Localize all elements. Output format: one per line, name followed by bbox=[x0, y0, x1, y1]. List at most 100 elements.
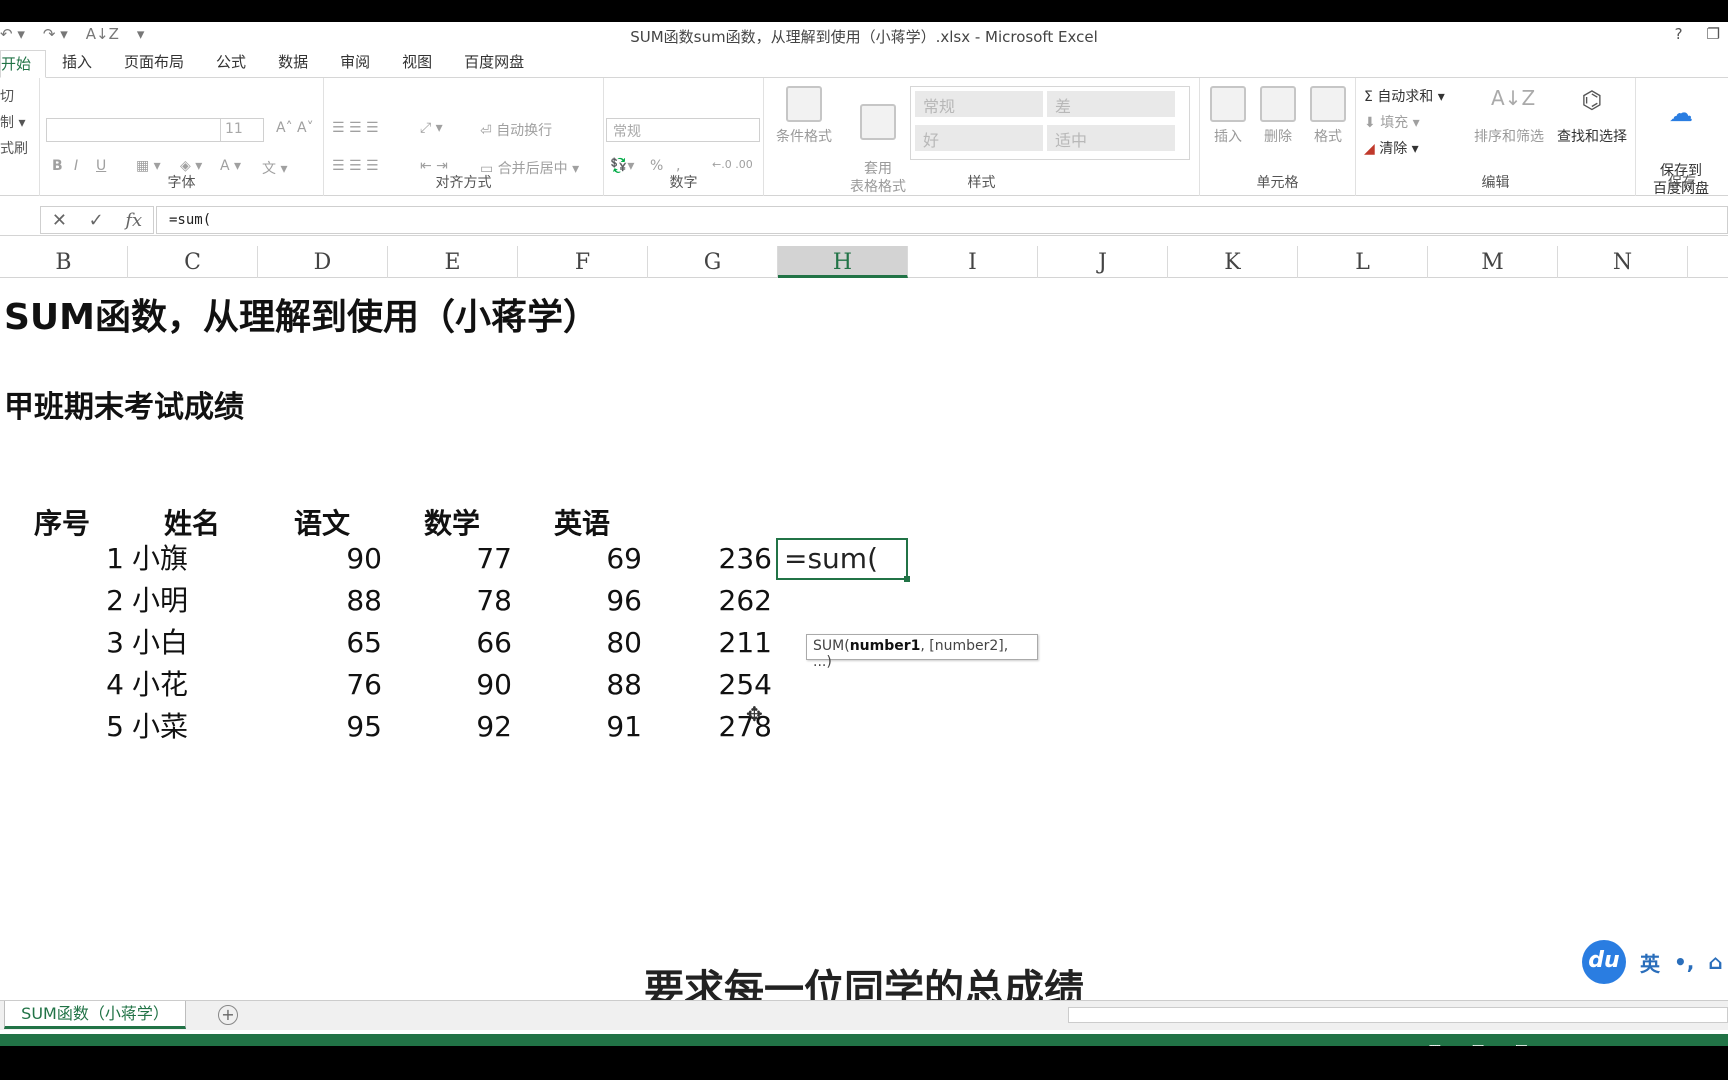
decimal-icons[interactable]: ←.0 .00 bbox=[712, 158, 753, 171]
ribbon-display-button[interactable]: ❐ bbox=[1707, 25, 1720, 43]
tab-home[interactable]: 开始 bbox=[0, 50, 47, 78]
formula-input[interactable]: =sum( bbox=[156, 206, 1728, 234]
orientation-icon[interactable]: ⤢ ▾ bbox=[420, 120, 443, 136]
cut-button[interactable]: 切 bbox=[0, 86, 14, 106]
tab-data[interactable]: 数据 bbox=[262, 49, 324, 77]
column-header-d[interactable]: D bbox=[258, 246, 388, 278]
cell-total[interactable]: 254 bbox=[662, 666, 772, 704]
cell-english[interactable]: 69 bbox=[532, 540, 642, 578]
style-bad[interactable]: 差 bbox=[1047, 91, 1175, 117]
font-name-select[interactable] bbox=[46, 118, 222, 142]
cell-number[interactable]: 2 bbox=[14, 582, 124, 620]
tab-page-layout[interactable]: 页面布局 bbox=[108, 49, 200, 77]
copy-button[interactable]: 制 ▾ bbox=[0, 112, 25, 132]
find-select-button[interactable]: ⌬ 查找和选择 bbox=[1552, 86, 1632, 146]
autosum-button[interactable]: Σ 自动求和 ▾ bbox=[1364, 86, 1445, 106]
number-format-select[interactable]: 常规 bbox=[606, 118, 760, 142]
cell-math[interactable]: 77 bbox=[402, 540, 512, 578]
editing-group: Σ 自动求和 ▾ ⬇ 填充 ▾ ◢ 清除 ▾ A↓Z 排序和筛选 ⌬ 查找和选择… bbox=[1356, 78, 1636, 196]
cell-chinese[interactable]: 76 bbox=[272, 666, 382, 704]
baidu-ime-logo[interactable]: du bbox=[1582, 940, 1626, 984]
cell-english[interactable]: 80 bbox=[532, 624, 642, 662]
sheet-tabs-bar: SUM函数（小蒋学） + bbox=[0, 1000, 1728, 1030]
save-group: ☁ 保存到 百度网盘 保存 bbox=[1636, 78, 1728, 197]
cell-number[interactable]: 5 bbox=[14, 708, 124, 746]
column-header-i[interactable]: I bbox=[908, 246, 1038, 278]
cell-math[interactable]: 66 bbox=[402, 624, 512, 662]
style-normal[interactable]: 常规 bbox=[915, 91, 1043, 117]
cell-number[interactable]: 1 bbox=[14, 540, 124, 578]
column-header-g[interactable]: G bbox=[648, 246, 778, 278]
cell-english[interactable]: 91 bbox=[532, 708, 642, 746]
sort-filter-button[interactable]: A↓Z 排序和筛选 bbox=[1468, 86, 1550, 146]
style-neutral[interactable]: 适中 bbox=[1047, 125, 1175, 151]
title-bar: ↶ ▾ ↷ ▾ A↓Z ▾ SUM函数sum函数，从理解到使用（小蒋学）.xls… bbox=[0, 22, 1728, 48]
column-header-b[interactable]: B bbox=[0, 246, 128, 278]
enter-formula-icon[interactable]: ✓ bbox=[89, 210, 104, 231]
column-header-n[interactable]: N bbox=[1558, 246, 1688, 278]
insert-cells-button[interactable]: 插入 bbox=[1206, 86, 1250, 146]
tab-view[interactable]: 视图 bbox=[386, 49, 448, 77]
format-painter-button[interactable]: 式刷 bbox=[0, 138, 28, 158]
page-layout-view-icon[interactable]: ▣ bbox=[1472, 1042, 1485, 1046]
add-sheet-button[interactable]: + bbox=[218, 1005, 238, 1025]
cell-name[interactable]: 小旗 bbox=[132, 540, 252, 578]
tab-baidu-netdisk[interactable]: 百度网盘 bbox=[448, 49, 540, 77]
vertical-align-icons[interactable]: ☰ ☰ ☰ bbox=[332, 120, 379, 136]
help-button[interactable]: ? bbox=[1675, 25, 1683, 43]
baidu-cloud-icon: ☁ bbox=[1669, 99, 1693, 127]
clear-button[interactable]: ◢ 清除 ▾ bbox=[1364, 138, 1419, 158]
column-header-e[interactable]: E bbox=[388, 246, 518, 278]
cell-total[interactable]: 262 bbox=[662, 582, 772, 620]
worksheet-grid[interactable]: SUM函数，从理解到使用（小蒋学） 甲班期末考试成绩 序号 姓名 语文 数学 英… bbox=[0, 278, 1728, 928]
cell-total[interactable]: 236 bbox=[662, 540, 772, 578]
cell-english[interactable]: 96 bbox=[532, 582, 642, 620]
tab-review[interactable]: 审阅 bbox=[324, 49, 386, 77]
column-header-l[interactable]: L bbox=[1298, 246, 1428, 278]
column-header-m[interactable]: M bbox=[1428, 246, 1558, 278]
column-header-f[interactable]: F bbox=[518, 246, 648, 278]
style-good[interactable]: 好 bbox=[915, 125, 1043, 151]
fill-button[interactable]: ⬇ 填充 ▾ bbox=[1364, 112, 1420, 132]
ime-language-toggle[interactable]: 英 bbox=[1640, 948, 1660, 977]
excel-window: ↶ ▾ ↷ ▾ A↓Z ▾ SUM函数sum函数，从理解到使用（小蒋学）.xls… bbox=[0, 22, 1728, 1046]
cell-name[interactable]: 小花 bbox=[132, 666, 252, 704]
cell-math[interactable]: 78 bbox=[402, 582, 512, 620]
font-group: 11 A˄ A˅ B I U ▦ ▾ ◈ ▾ A ▾ 文 ▾ 字体 bbox=[40, 78, 324, 196]
cancel-formula-icon[interactable]: ✕ bbox=[52, 210, 67, 231]
normal-view-icon[interactable]: ▦ bbox=[1428, 1042, 1441, 1046]
font-size-select[interactable]: 11 bbox=[220, 118, 264, 142]
cell-name[interactable]: 小明 bbox=[132, 582, 252, 620]
page-break-view-icon[interactable]: ▤ bbox=[1515, 1042, 1528, 1046]
wrap-text-button[interactable]: ⏎ 自动换行 bbox=[480, 120, 552, 140]
sheet-tab-active[interactable]: SUM函数（小蒋学） bbox=[4, 1001, 186, 1029]
cell-number[interactable]: 4 bbox=[14, 666, 124, 704]
cell-math[interactable]: 90 bbox=[402, 666, 512, 704]
grow-font-icon[interactable]: A˄ A˅ bbox=[276, 120, 314, 136]
tab-formulas[interactable]: 公式 bbox=[200, 49, 262, 77]
cell-name[interactable]: 小白 bbox=[132, 624, 252, 662]
format-cells-button[interactable]: 格式 bbox=[1306, 86, 1350, 146]
column-header-j[interactable]: J bbox=[1038, 246, 1168, 278]
horizontal-scrollbar[interactable] bbox=[1068, 1007, 1728, 1023]
ime-toolbox-icon[interactable]: ⌂ bbox=[1708, 950, 1722, 974]
cell-chinese[interactable]: 65 bbox=[272, 624, 382, 662]
cell-number[interactable]: 3 bbox=[14, 624, 124, 662]
ime-punctuation-toggle[interactable]: •, bbox=[1674, 950, 1694, 974]
cell-english[interactable]: 88 bbox=[532, 666, 642, 704]
cell-math[interactable]: 92 bbox=[402, 708, 512, 746]
insert-function-icon[interactable]: fx bbox=[125, 210, 142, 231]
cell-chinese[interactable]: 95 bbox=[272, 708, 382, 746]
column-header-c[interactable]: C bbox=[128, 246, 258, 278]
column-header-k[interactable]: K bbox=[1168, 246, 1298, 278]
cell-chinese[interactable]: 88 bbox=[272, 582, 382, 620]
cell-name[interactable]: 小菜 bbox=[132, 708, 252, 746]
tab-insert[interactable]: 插入 bbox=[46, 49, 108, 77]
cell-total[interactable]: 211 bbox=[662, 624, 772, 662]
delete-cells-button[interactable]: 删除 bbox=[1256, 86, 1300, 146]
cell-chinese[interactable]: 90 bbox=[272, 540, 382, 578]
conditional-format-button[interactable]: 条件格式 bbox=[768, 86, 840, 146]
column-header-h[interactable]: H bbox=[778, 246, 908, 278]
sort-filter-icon: A↓Z bbox=[1491, 86, 1536, 110]
active-cell-h[interactable]: =sum( bbox=[776, 538, 910, 582]
